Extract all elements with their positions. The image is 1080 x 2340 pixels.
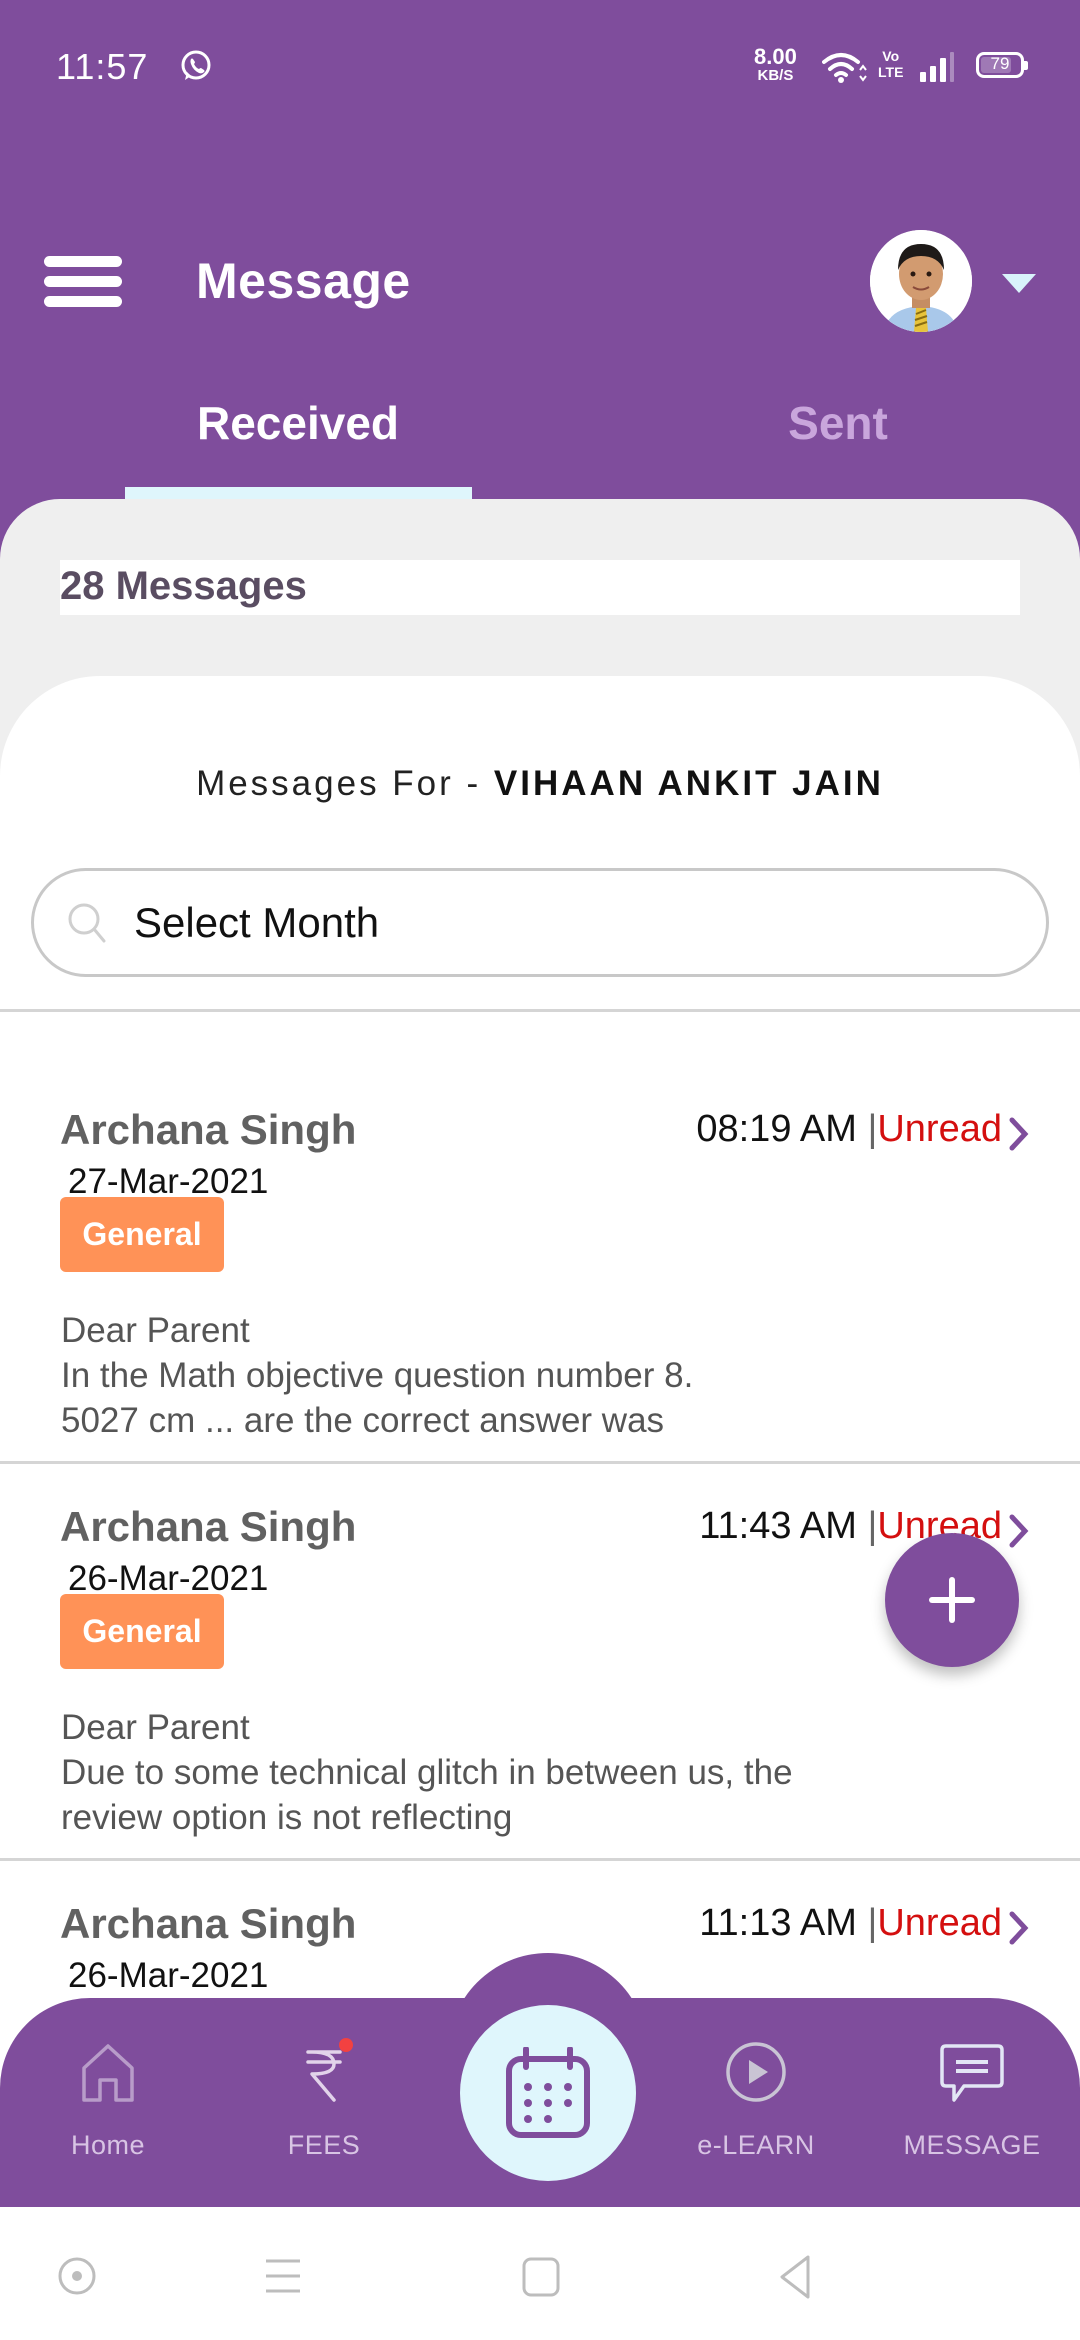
chevron-right-icon[interactable] [1008, 1513, 1030, 1549]
tab-received[interactable]: Received [28, 396, 568, 450]
messages-for-label: Messages For - VIHAAN ANKIT JAIN [0, 764, 1080, 804]
preview-line: review option is not reflecting [61, 1798, 513, 1837]
message-sender: Archana Singh [60, 1106, 357, 1153]
active-tab-indicator [125, 487, 472, 499]
meta-separator: | [867, 1902, 878, 1944]
network-speed: 8.00 KB/S [754, 44, 797, 84]
whatsapp-icon [181, 50, 211, 80]
search-icon [68, 903, 106, 943]
nav-label-fees: FEES [287, 2130, 361, 2160]
message-time: 08:19 AM [696, 1108, 857, 1150]
message-date: 26-Mar-2021 [68, 1956, 269, 1995]
messages-for-prefix: Messages For - [196, 764, 494, 803]
nav-label-home: Home [70, 2130, 146, 2160]
tab-sent[interactable]: Sent [568, 396, 1080, 450]
nav-item-elearn[interactable]: e-LEARN [671, 2040, 841, 2170]
wifi-icon [822, 53, 867, 83]
preview-line: Dear Parent [61, 1708, 250, 1747]
nav-item-fees[interactable]: FEES [239, 2038, 409, 2170]
back-icon[interactable] [770, 2251, 820, 2301]
message-time: 11:43 AM [699, 1505, 857, 1547]
network-speed-value: 8.00 [754, 44, 797, 69]
search-placeholder: Select Month [134, 899, 380, 946]
message-status: Unread [877, 1108, 1002, 1150]
month-search-input[interactable]: Select Month [31, 868, 1049, 977]
page-title: Message [196, 253, 411, 309]
message-date: 26-Mar-2021 [68, 1559, 269, 1598]
signal-strength-icon [920, 52, 954, 82]
fees-notification-dot [339, 2038, 353, 2052]
compose-message-button[interactable] [885, 1533, 1019, 1667]
nav-label-message: MESSAGE [903, 2130, 1041, 2160]
message-meta: 08:19 AM |Unread [696, 1108, 1002, 1151]
preview-line: Due to some technical glitch in between … [61, 1753, 793, 1792]
nav-item-message[interactable]: MESSAGE [887, 2040, 1057, 2170]
nav-item-calendar[interactable] [460, 2005, 636, 2181]
status-time: 11:57 [56, 46, 149, 87]
preview-line: In the Math objective question number 8. [61, 1356, 694, 1395]
chevron-right-icon[interactable] [1008, 1910, 1030, 1946]
volte-bottom: LTE [878, 64, 904, 80]
message-meta: 11:13 AM |Unread [699, 1902, 1002, 1945]
category-badge: General [60, 1197, 224, 1272]
nav-item-home[interactable]: Home [23, 2040, 193, 2170]
message-preview: Dear Parent In the Math objective questi… [61, 1308, 1021, 1454]
preview-line: 5027 cm ... are the correct answer was [61, 1401, 665, 1440]
message-sender: Archana Singh [60, 1503, 357, 1550]
volte-indicator: Vo LTE [878, 48, 903, 80]
message-sender: Archana Singh [60, 1900, 357, 1947]
divider [0, 1009, 1080, 1012]
divider [0, 1461, 1080, 1464]
home-icon [82, 2044, 134, 2102]
preview-line: Dear Parent [61, 1311, 250, 1350]
message-time: 11:13 AM [699, 1902, 857, 1944]
meta-separator: | [867, 1108, 878, 1150]
message-count: 28 Messages [60, 564, 307, 608]
play-circle-icon [726, 2042, 786, 2102]
system-navigation-bar [0, 2207, 1080, 2340]
recents-icon[interactable] [258, 2251, 308, 2301]
battery-percent: 79 [990, 54, 1010, 73]
message-list-item[interactable]: Archana Singh 08:19 AM |Unread 27-Mar-20… [0, 1106, 1080, 1496]
calendar-icon [506, 2047, 590, 2138]
nav-label-elearn: e-LEARN [697, 2130, 815, 2160]
meta-separator: | [867, 1505, 878, 1547]
student-photo [870, 230, 972, 332]
network-speed-unit: KB/S [757, 67, 794, 84]
message-status: Unread [877, 1902, 1002, 1944]
volte-top: Vo [882, 48, 900, 64]
chevron-right-icon[interactable] [1008, 1116, 1030, 1152]
message-preview: Dear Parent Due to some technical glitch… [61, 1705, 1021, 1848]
category-badge: General [60, 1594, 224, 1669]
caret-down-icon[interactable] [1002, 274, 1036, 293]
divider [0, 1858, 1080, 1861]
hamburger-menu-icon[interactable] [44, 256, 124, 308]
student-name: VIHAAN ANKIT JAIN [493, 764, 884, 803]
home-square-icon[interactable] [516, 2251, 566, 2301]
assistant-icon[interactable] [52, 2251, 102, 2301]
battery-icon: 79 [976, 52, 1028, 78]
message-date: 27-Mar-2021 [68, 1162, 269, 1201]
chat-bubble-icon [940, 2044, 1004, 2102]
avatar[interactable] [870, 230, 972, 332]
